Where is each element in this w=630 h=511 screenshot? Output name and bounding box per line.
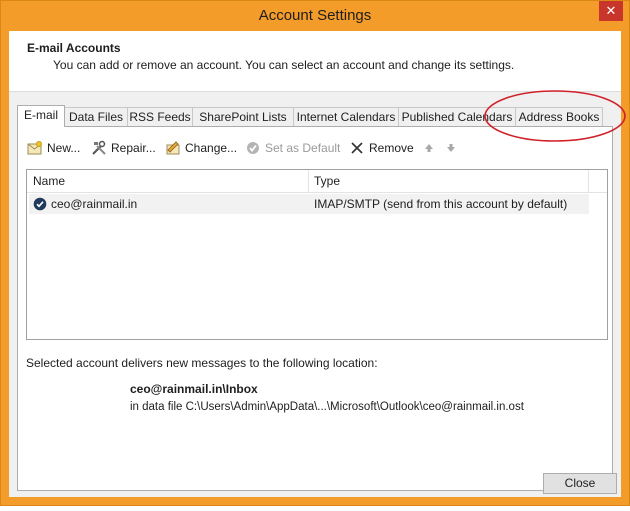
tab-rss-feeds[interactable]: RSS Feeds (127, 107, 193, 126)
remove-label: Remove (369, 141, 414, 155)
default-account-check-icon (33, 197, 47, 211)
repair-label: Repair... (111, 141, 156, 155)
checkmark-circle-icon (244, 139, 262, 157)
arrow-up-icon (420, 139, 438, 157)
set-as-default-button[interactable]: Set as Default (244, 137, 340, 159)
window-title: Account Settings (258, 7, 372, 24)
change-button[interactable]: Change... (164, 137, 237, 159)
move-up-button[interactable] (420, 137, 441, 159)
delivery-data-file-path: in data file C:\Users\Admin\AppData\...\… (130, 401, 524, 413)
column-header-name[interactable]: Name (33, 174, 65, 188)
account-name: ceo@rainmail.in (51, 197, 138, 211)
move-down-button[interactable] (442, 137, 463, 159)
set-as-default-label: Set as Default (265, 141, 341, 155)
dialog-client-area: E-mail Accounts You can add or remove an… (9, 31, 621, 497)
account-row[interactable]: ceo@rainmail.in IMAP/SMTP (send from thi… (29, 194, 589, 214)
remove-button[interactable]: Remove (348, 137, 414, 159)
column-divider (308, 170, 309, 192)
new-mail-icon (26, 139, 44, 157)
delivery-location-label: Selected account delivers new messages t… (26, 356, 378, 370)
header-panel: E-mail Accounts You can add or remove an… (9, 31, 621, 92)
title-bar[interactable]: Account Settings ✕ (1, 1, 629, 31)
repair-tools-icon (90, 139, 108, 157)
repair-button[interactable]: Repair... (90, 137, 156, 159)
accounts-list-header: Name Type (27, 170, 607, 193)
delivery-folder: ceo@rainmail.in\Inbox (130, 382, 258, 396)
new-account-button[interactable]: New... (26, 137, 80, 159)
email-tab-panel: New... Repair... Change... Set as Defaul… (17, 126, 613, 491)
account-settings-window: Account Settings ✕ E-mail Accounts You c… (0, 0, 630, 506)
column-divider (588, 170, 589, 192)
change-settings-icon (164, 139, 182, 157)
column-header-type[interactable]: Type (314, 174, 340, 188)
tab-data-files[interactable]: Data Files (64, 107, 128, 126)
tab-sharepoint-lists[interactable]: SharePoint Lists (192, 107, 294, 126)
tab-address-books[interactable]: Address Books (515, 107, 603, 126)
tab-published-calendars[interactable]: Published Calendars (398, 107, 516, 126)
tab-email[interactable]: E-mail (17, 105, 65, 127)
close-icon: ✕ (605, 3, 617, 18)
window-close-button[interactable]: ✕ (599, 1, 623, 21)
section-title: E-mail Accounts (27, 41, 121, 55)
account-type: IMAP/SMTP (send from this account by def… (314, 197, 568, 211)
account-toolbar: New... Repair... Change... Set as Defaul… (18, 137, 612, 159)
section-description: You can add or remove an account. You ca… (53, 58, 515, 72)
new-label: New... (47, 141, 81, 155)
change-label: Change... (185, 141, 238, 155)
tab-internet-calendars[interactable]: Internet Calendars (293, 107, 399, 126)
close-button[interactable]: Close (543, 473, 617, 494)
remove-x-icon (348, 139, 366, 157)
accounts-list[interactable]: Name Type ceo@rainmail.in IMAP/SMTP (sen… (26, 169, 608, 340)
arrow-down-icon (442, 139, 460, 157)
